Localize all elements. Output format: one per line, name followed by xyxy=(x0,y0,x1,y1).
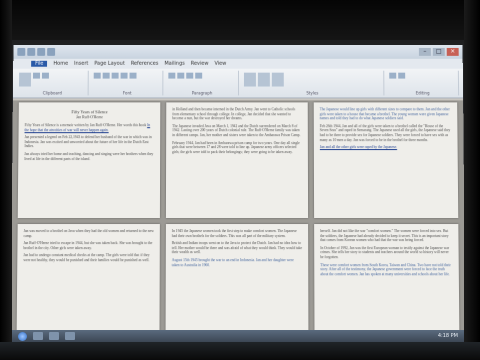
paragraph: In 1945 the Japanese women took the firs… xyxy=(171,229,297,238)
document-page[interactable]: herself. Jan did not like the war "comfo… xyxy=(314,224,460,335)
paragraph: The Japanese would line up girls with di… xyxy=(319,107,450,121)
taskbar-app-icon[interactable] xyxy=(33,332,43,340)
ribbon-group-label: Clipboard xyxy=(42,90,62,96)
ribbon: Clipboard Font Paragraph Styles Editing xyxy=(12,68,464,99)
numbering-icon[interactable] xyxy=(177,72,185,79)
paragraph: February 1944, Jan had been in Ambarawa … xyxy=(172,140,300,154)
find-icon[interactable] xyxy=(389,72,397,79)
ribbon-group-label: Styles xyxy=(306,90,319,96)
paragraph: in Holland and then became interned in t… xyxy=(172,107,296,121)
document-page[interactable]: Jan was moved to a brothel on Java when … xyxy=(16,224,160,335)
ribbon-group-styles: Styles xyxy=(241,70,385,96)
monitor-bezel xyxy=(0,342,480,360)
maximize-icon[interactable]: □ xyxy=(432,47,445,56)
ribbon-group-clipboard: Clipboard xyxy=(16,70,89,96)
paragraph: Jan presented a legend on Feb 22,1943 to… xyxy=(24,135,152,149)
paragraph: These were comfort women from South Kore… xyxy=(320,262,451,277)
word-window: – □ × File Home Insert Page Layout Refer… xyxy=(10,44,466,335)
tab-file[interactable]: File xyxy=(31,60,48,67)
ribbon-group-editing: Editing xyxy=(387,70,460,96)
paragraph: Jan had to undergo constant medical chec… xyxy=(23,253,150,263)
bold-icon[interactable] xyxy=(93,72,101,79)
undo-icon[interactable] xyxy=(37,47,46,56)
title-bar: – □ × xyxy=(13,44,463,59)
style-heading-icon[interactable] xyxy=(257,72,270,87)
app-icon xyxy=(17,47,26,56)
quick-access-toolbar xyxy=(17,47,56,56)
underline-icon[interactable] xyxy=(111,72,119,79)
cut-icon[interactable] xyxy=(32,72,41,79)
taskbar-app-icon[interactable] xyxy=(49,332,59,340)
font-color-icon[interactable] xyxy=(120,72,128,79)
document-author: Jan Ruff-O'Herne xyxy=(76,115,103,120)
paragraph: In October of 1992, Jan was the first Eu… xyxy=(320,245,450,260)
taskbar: 4:18 PM xyxy=(12,330,464,342)
style-title-icon[interactable] xyxy=(271,72,284,87)
paragraph: Fifty Years of Silence is a memoir writt… xyxy=(24,123,151,132)
tab-references[interactable]: References xyxy=(131,61,159,67)
align-left-icon[interactable] xyxy=(186,72,194,79)
document-area[interactable]: Fifty Years of Silence Jan Ruff-O'Herne … xyxy=(10,100,466,335)
paragraph: August 15th 1945 brought the war to an e… xyxy=(171,258,294,267)
document-page[interactable]: in Holland and then became interned in t… xyxy=(165,102,309,219)
document-page[interactable]: In 1945 the Japanese women took the firs… xyxy=(165,224,309,335)
monitor-bezel xyxy=(0,0,480,40)
start-button-icon[interactable] xyxy=(18,331,27,341)
tab-review[interactable]: Review xyxy=(191,61,209,67)
highlight-icon[interactable] xyxy=(129,72,137,79)
ribbon-tabs: File Home Insert Page Layout References … xyxy=(13,58,463,69)
close-icon[interactable]: × xyxy=(446,47,459,56)
monitor-screen: – □ × File Home Insert Page Layout Refer… xyxy=(0,0,480,360)
tab-home[interactable]: Home xyxy=(53,61,68,67)
paragraph: British and Indian troops went on to the… xyxy=(171,241,303,255)
style-normal-icon[interactable] xyxy=(243,72,256,87)
document-title: Fifty Years of Silence xyxy=(71,109,108,115)
paragraph: Feb 26th 1944, Jan and all of the girls … xyxy=(319,124,451,142)
taskbar-clock: 4:18 PM xyxy=(437,333,458,339)
replace-icon[interactable] xyxy=(398,72,406,79)
redo-icon[interactable] xyxy=(47,47,56,56)
tab-mailings[interactable]: Mailings xyxy=(164,61,184,67)
paste-icon[interactable] xyxy=(18,72,32,87)
paragraph: Jan Ruff-O'Herne tried to escape in 1944… xyxy=(23,241,153,250)
paragraph: Jan always tried her home and teaching, … xyxy=(24,152,154,161)
align-center-icon[interactable] xyxy=(195,72,203,79)
document-page[interactable]: The Japanese would line up girls with di… xyxy=(313,102,459,219)
ribbon-group-label: Paragraph xyxy=(191,90,213,96)
save-icon[interactable] xyxy=(27,47,36,56)
minimize-icon[interactable]: – xyxy=(418,47,431,56)
ribbon-group-font: Font xyxy=(91,70,164,96)
monitor-bezel xyxy=(464,0,480,360)
tab-page-layout[interactable]: Page Layout xyxy=(94,61,125,67)
taskbar-app-icon[interactable] xyxy=(65,332,75,340)
italic-icon[interactable] xyxy=(102,72,110,79)
ribbon-group-paragraph: Paragraph xyxy=(166,70,239,96)
paragraph: The Japanese invaded Java on March 1, 19… xyxy=(172,124,301,138)
ribbon-group-label: Editing xyxy=(415,90,430,96)
tab-insert[interactable]: Insert xyxy=(74,61,88,67)
window-controls: – □ × xyxy=(418,47,459,56)
paragraph: herself. Jan did not like the war "comfo… xyxy=(320,229,449,243)
copy-icon[interactable] xyxy=(41,72,49,79)
tab-view[interactable]: View xyxy=(214,61,226,67)
bullets-icon[interactable] xyxy=(168,72,176,79)
monitor-bezel xyxy=(0,0,12,360)
document-page[interactable]: Fifty Years of Silence Jan Ruff-O'Herne … xyxy=(17,102,161,219)
paragraph: Jan was moved to a brothel on Java when … xyxy=(23,229,154,238)
highlighted-text: Jan and all the other girls were raped b… xyxy=(319,145,398,150)
ribbon-group-label: Font xyxy=(122,90,132,96)
